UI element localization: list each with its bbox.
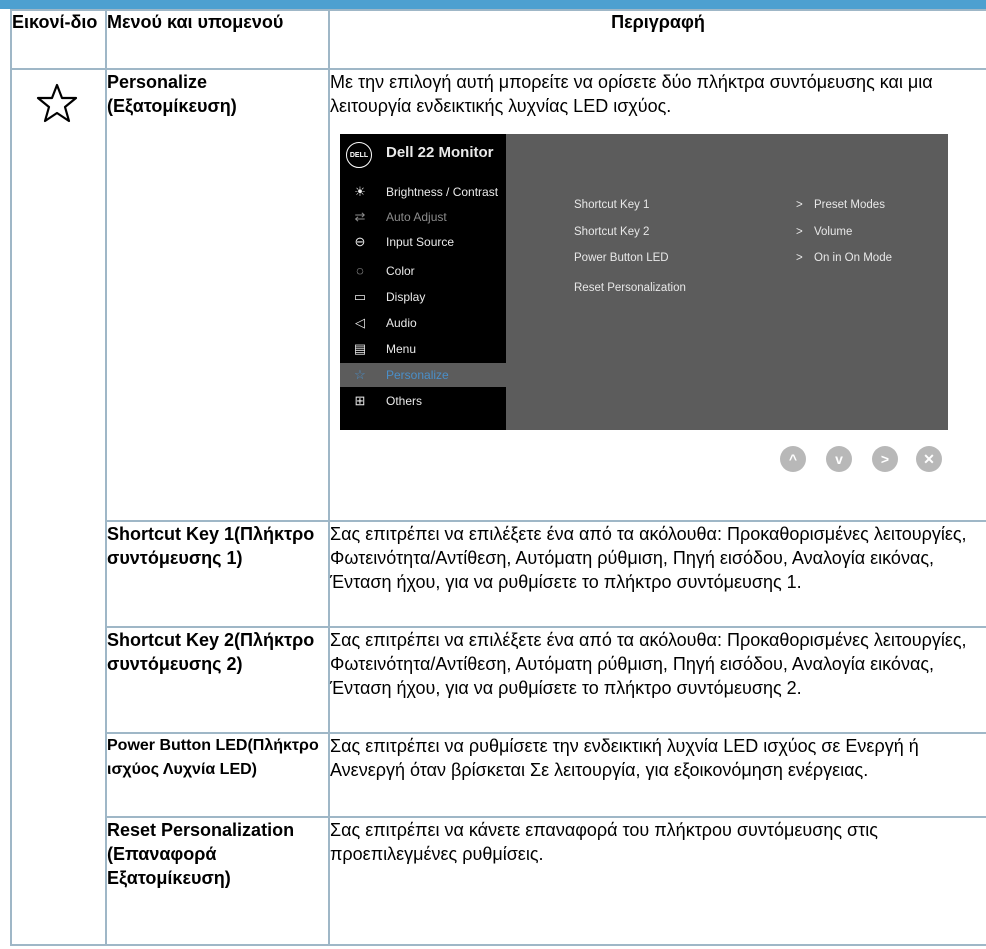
osd-value-shortcut-key-1: Preset Modes [814,199,885,211]
osd-menu-label: Brightness / Contrast [386,185,499,199]
up-arrow-icon[interactable]: ^ [780,446,806,472]
header-description-col: Περιγραφή [328,9,986,70]
personalize-table: Εικονί-διο Μενού και υπομενού Περιγραφή … [10,9,986,946]
description-text: Με την επιλογή αυτή μπορείτε να ορίσετε … [330,72,933,116]
star-icon [36,83,78,123]
table-row: Personalize (Εξατομίκευση) Με την επιλογ… [10,68,986,946]
description-cell: Σας επιτρέπει να επιλέξετε ένα από τα ακ… [328,520,986,628]
color-icon: ◌ [356,263,364,278]
osd-menu-label: Personalize [386,368,449,382]
osd-setting-shortcut-key-1[interactable]: Shortcut Key 1 [574,197,649,213]
osd-menu-label: Others [386,394,423,408]
osd-value-power-button-led: On in On Mode [814,252,892,264]
brightness-icon: ☀ [354,184,366,199]
osd-menu-label: Menu [386,342,417,356]
description-cell: Σας επιτρέπει να κάνετε επαναφορά του πλ… [328,816,986,946]
osd-setting-reset-personalization[interactable]: Reset Personalization [574,280,686,296]
osd-menu-label: Auto Adjust [386,210,447,224]
chevron-right-icon: > [796,226,803,238]
menu-icon: ▤ [353,341,367,356]
osd-menu-label: Input Source [386,235,455,249]
osd-menu-item-color[interactable]: ◌ Color [340,259,506,283]
osd-header: DELL Dell 22 Monitor [340,134,948,174]
osd-menu-label: Color [386,264,415,278]
osd-nav-buttons: ^ v > ✕ [330,430,986,490]
osd-value-shortcut-key-2: Volume [814,226,853,238]
osd-setting-shortcut-key-2[interactable]: Shortcut Key 2 [574,224,649,240]
menu-cell: Shortcut Key 1(Πλήκτρο συντόμευσης 1) [105,520,330,628]
menu-cell: Power Button LED(Πλήκτρο ισχύος Λυχνία L… [105,732,330,818]
osd-menu-item-menu[interactable]: ▤ Menu [340,337,506,361]
description-cell: Σας επιτρέπει να επιλέξετε ένα από τα ακ… [328,626,986,734]
table-row: Reset Personalization (Επαναφορά Εξατομί… [11,816,986,946]
menu-cell: Shortcut Key 2(Πλήκτρο συντόμευσης 2) [105,626,330,734]
menu-cell: Personalize (Εξατομίκευση) [105,68,330,522]
monitor-osd-screenshot: DELL Dell 22 Monitor ☀ Brightness / Cont… [340,134,948,430]
osd-menu-item-audio[interactable]: ◁ Audio [340,311,506,335]
osd-title: Dell 22 Monitor [386,144,494,161]
osd-menu-item-others[interactable]: ⊞ Others [340,389,506,413]
osd-menu-item-auto-adjust[interactable]: ⇄ Auto Adjust [340,205,506,229]
chevron-right-icon: > [796,199,803,211]
star-icon: ☆ [354,367,366,382]
chevron-right-icon: > [796,252,803,264]
osd-menu-label: Audio [386,316,417,330]
osd-menu-item-display[interactable]: ▭ Display [340,285,506,309]
table-row: Shortcut Key 2(Πλήκτρο συντόμευσης 2) Σα… [11,626,986,734]
header-row: Εικονί-διο Μενού και υπομενού Περιγραφή [10,9,986,70]
display-icon: ▭ [353,289,367,304]
input-source-icon: ⊖ [354,234,366,249]
header-icon-col: Εικονί-διο [10,9,107,70]
dell-logo: DELL [346,142,372,168]
description-cell: Με την επιλογή αυτή μπορείτε να ορίσετε … [328,68,986,522]
right-arrow-icon[interactable]: > [872,446,898,472]
table-row: Shortcut Key 1(Πλήκτρο συντόμευσης 1) Σα… [11,520,986,628]
close-icon[interactable]: ✕ [916,446,942,472]
header-menu-col: Μενού και υπομενού [105,9,330,70]
osd-menu-item-personalize[interactable]: ☆ Personalize [340,363,506,387]
osd-menu-label: Display [386,290,426,304]
menu-cell: Reset Personalization (Επαναφορά Εξατομί… [105,816,330,946]
icon-cell [10,68,107,946]
osd-menu-item-input-source[interactable]: ⊖ Input Source [340,230,506,254]
description-cell: Σας επιτρέπει να ρυθμίσετε την ενδεικτικ… [328,732,986,818]
auto-adjust-icon: ⇄ [354,209,366,224]
top-accent-bar [0,0,986,9]
others-icon: ⊞ [354,393,366,408]
audio-icon: ◁ [355,315,365,330]
osd-menu-item-brightness[interactable]: ☀ Brightness / Contrast [340,180,506,204]
down-arrow-icon[interactable]: v [826,446,852,472]
osd-setting-power-button-led[interactable]: Power Button LED [574,250,669,266]
table-row: Power Button LED(Πλήκτρο ισχύος Λυχνία L… [11,732,986,818]
